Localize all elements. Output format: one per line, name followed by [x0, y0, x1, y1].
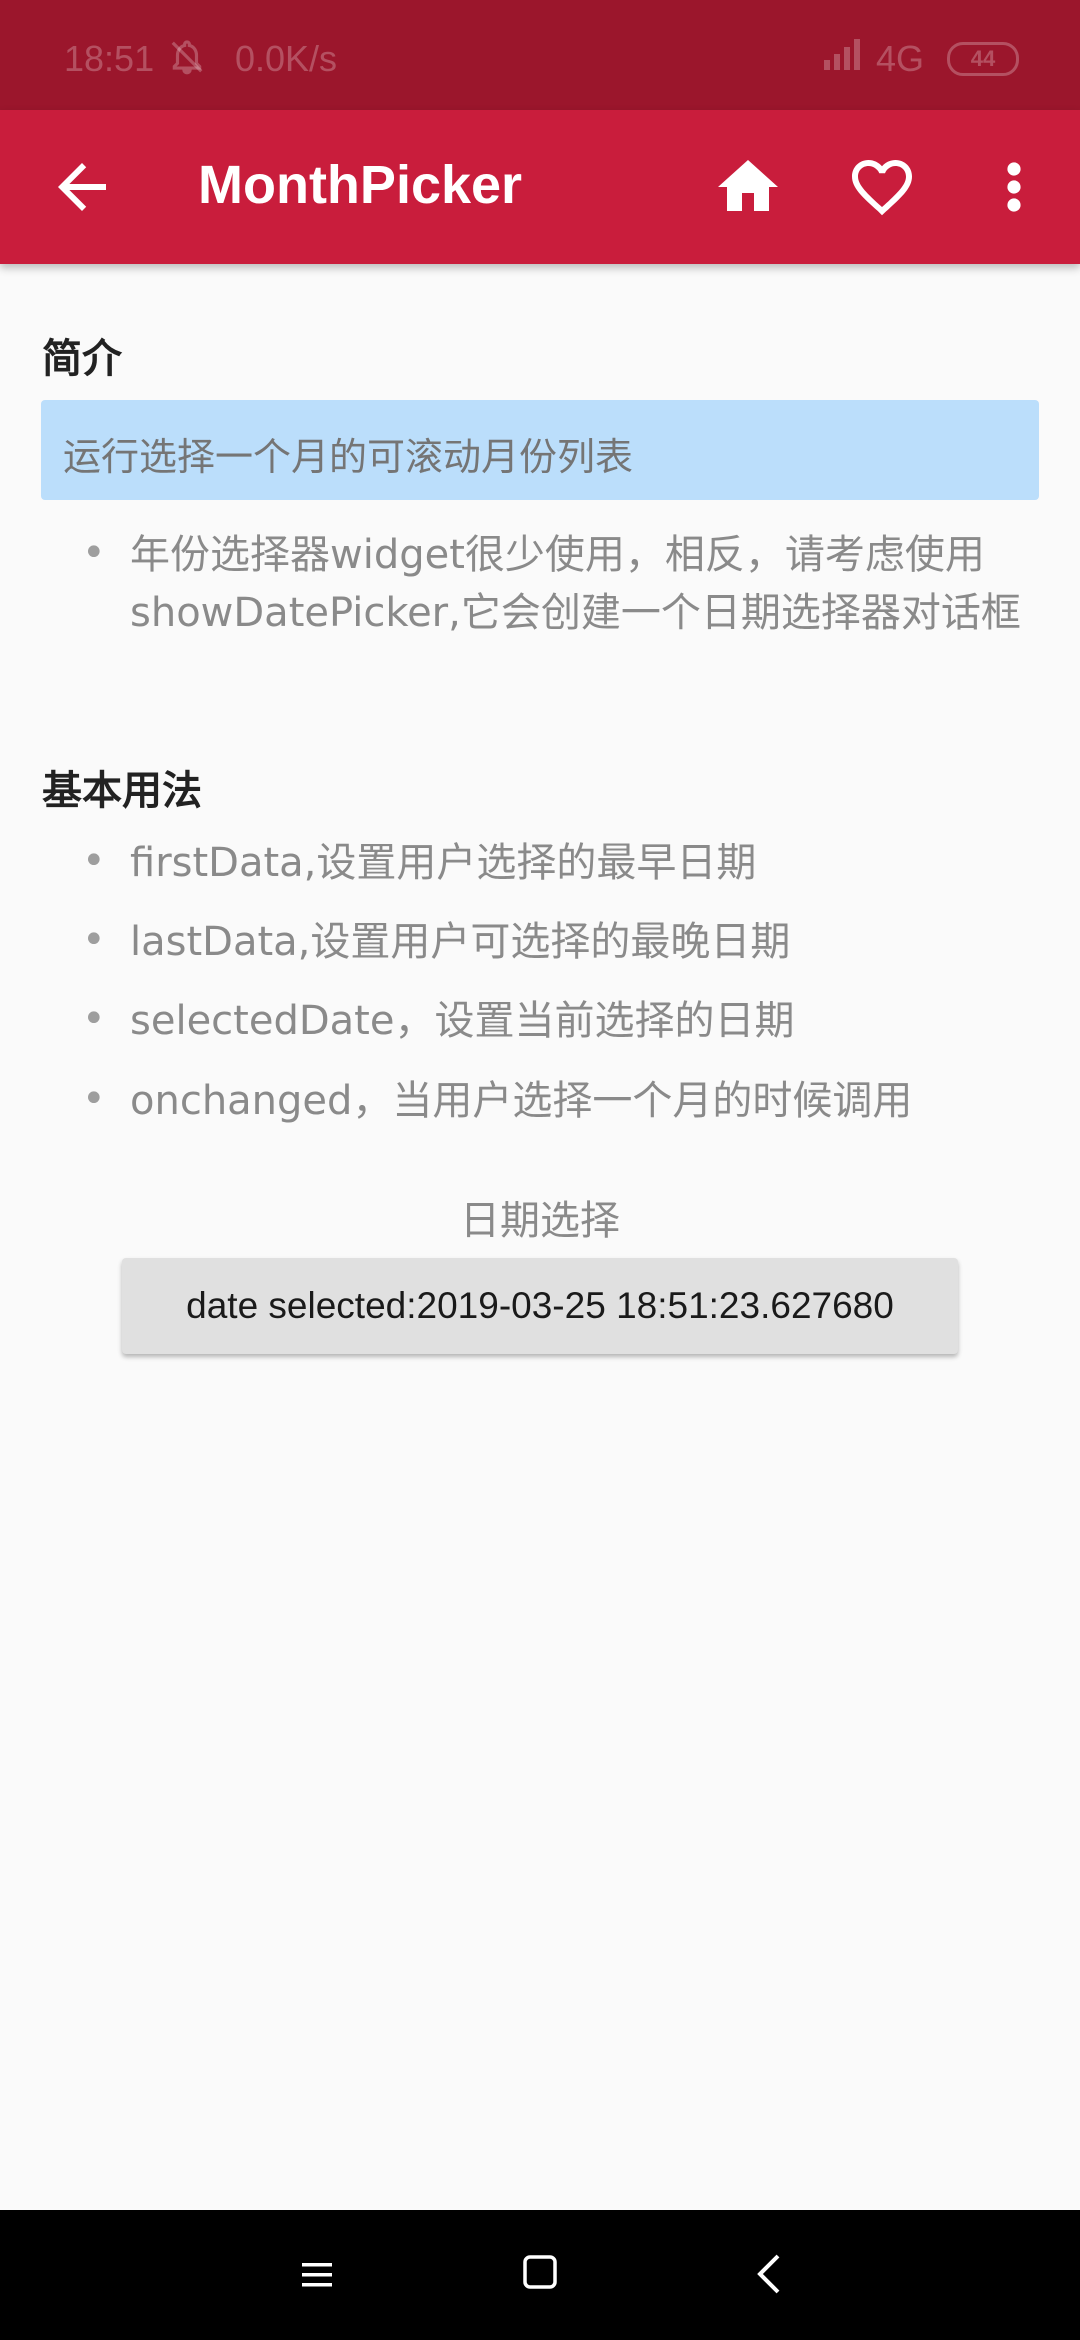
usage-item-text: lastData,设置用户可选择的最晚日期	[130, 919, 791, 965]
network-type: 4G	[876, 38, 925, 79]
signal-icon	[822, 36, 868, 81]
status-bar: 18:51 0.0K/s 4G 44	[0, 0, 1080, 110]
intro-bullet-text: 年份选择器widget很少使用，相反，请考虑使用showDatePicker,它…	[130, 532, 1021, 636]
system-nav-bar	[0, 2210, 1080, 2340]
intro-heading: 简介	[42, 336, 122, 382]
intro-highlight-text: 运行选择一个月的可滚动月份列表	[63, 435, 634, 479]
usage-item-text: firstData,设置用户选择的最早日期	[130, 840, 757, 886]
app-bar: MonthPicker	[0, 110, 1080, 264]
intro-highlight: 运行选择一个月的可滚动月份列表	[41, 400, 1039, 500]
back-arrow-icon[interactable]	[46, 151, 118, 223]
menu-icon[interactable]	[300, 2255, 336, 2295]
heart-icon[interactable]	[846, 151, 918, 223]
home-square-icon[interactable]	[522, 2254, 558, 2290]
notifications-off-icon	[168, 38, 206, 85]
network-speed: 0.0K/s	[235, 38, 338, 79]
usage-item-text: selectedDate，设置当前选择的日期	[130, 998, 795, 1044]
date-picker-button[interactable]: date selected:2019-03-25 18:51:23.627680	[122, 1258, 958, 1354]
usage-item-text: onchanged，当用户选择一个月的时候调用	[130, 1078, 913, 1124]
bullet-dot: •	[82, 530, 106, 576]
picker-label: 日期选择	[460, 1198, 620, 1244]
back-chevron-icon[interactable]	[754, 2252, 784, 2296]
bullet-dot: •	[82, 917, 106, 963]
bullet-dot: •	[82, 838, 106, 884]
bullet-dot: •	[82, 1076, 106, 1122]
more-vert-icon[interactable]	[990, 151, 1038, 223]
status-time: 18:51	[64, 38, 155, 79]
home-icon[interactable]	[712, 151, 784, 223]
usage-heading: 基本用法	[42, 768, 202, 814]
bullet-dot: •	[82, 996, 106, 1042]
page-title: MonthPicker	[198, 155, 523, 215]
battery-icon: 44	[947, 42, 1019, 76]
